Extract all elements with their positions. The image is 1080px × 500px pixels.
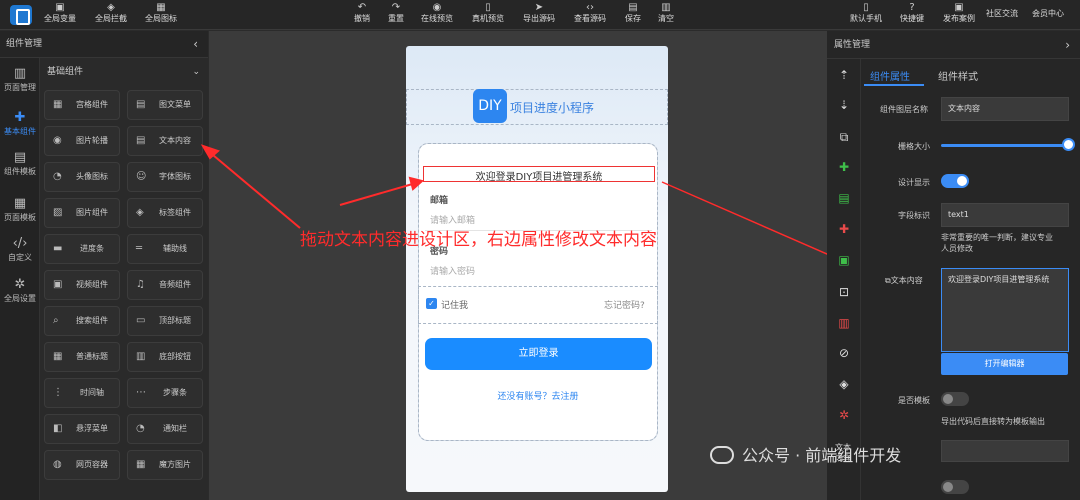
- is-template-label: 是否模板: [898, 396, 930, 405]
- open-editor-button[interactable]: 打开编辑器: [941, 353, 1068, 375]
- text-content-label: ⧉文本内容: [885, 276, 923, 285]
- hidden-select[interactable]: [941, 440, 1069, 462]
- puzzle-red-icon[interactable]: ✚: [834, 222, 854, 236]
- property-manager-title: 属性管理 ›: [827, 31, 1080, 59]
- arrow-to-text-component: [206, 149, 301, 229]
- tab-component-props[interactable]: 组件属性: [870, 68, 910, 83]
- field-id-input[interactable]: text1: [941, 203, 1069, 227]
- export-green-icon[interactable]: ▣: [834, 253, 854, 267]
- arrow-to-canvas: [339, 182, 417, 206]
- settings-red-icon[interactable]: ✲: [834, 408, 854, 422]
- annotation-text: 拖动文本内容进设计区，右边属性修改文本内容: [300, 230, 657, 250]
- grid-size-slider[interactable]: [941, 144, 1067, 147]
- text-content-textarea[interactable]: 欢迎登录DIY项目进管理系统: [941, 268, 1069, 352]
- property-toolbar: [827, 59, 861, 500]
- field-id-label: 字段标识: [898, 211, 930, 220]
- wechat-icon: [710, 446, 734, 464]
- delete-icon[interactable]: ▥: [834, 316, 854, 330]
- collapse-right-icon[interactable]: ›: [1065, 31, 1070, 59]
- arrow-up-icon[interactable]: ⇡: [834, 68, 854, 82]
- watermark: 公众号 · 前端组件开发: [710, 442, 901, 466]
- tab-component-style[interactable]: 组件样式: [938, 68, 978, 83]
- document-green-icon[interactable]: ▤: [834, 191, 854, 205]
- puzzle-green-icon[interactable]: ✚: [834, 160, 854, 174]
- field-id-hint: 非常重要的唯一判断，建议专业 人员修改: [941, 233, 1053, 253]
- link-icon[interactable]: ⊘: [834, 346, 854, 360]
- design-display-label: 设计显示: [898, 178, 930, 187]
- design-display-toggle[interactable]: [941, 174, 969, 188]
- grid-size-handle[interactable]: [1062, 138, 1075, 151]
- unlock-icon[interactable]: ⊡: [834, 285, 854, 299]
- layer-name-label: 组件图层名称: [880, 105, 928, 114]
- layer-name-input[interactable]: 文本内容: [941, 97, 1069, 121]
- bottom-toggle[interactable]: [941, 480, 969, 494]
- active-tab-indicator: [864, 84, 924, 86]
- arrow-head-canvas: [408, 176, 425, 191]
- is-template-hint: 导出代码后直接转为模板输出: [941, 417, 1045, 426]
- arrow-down-icon[interactable]: ⇣: [834, 98, 854, 112]
- copy-icon[interactable]: ⧉: [834, 130, 854, 145]
- layers-icon[interactable]: ◈: [834, 377, 854, 391]
- grid-size-label: 栅格大小: [898, 142, 930, 151]
- is-template-toggle[interactable]: [941, 392, 969, 406]
